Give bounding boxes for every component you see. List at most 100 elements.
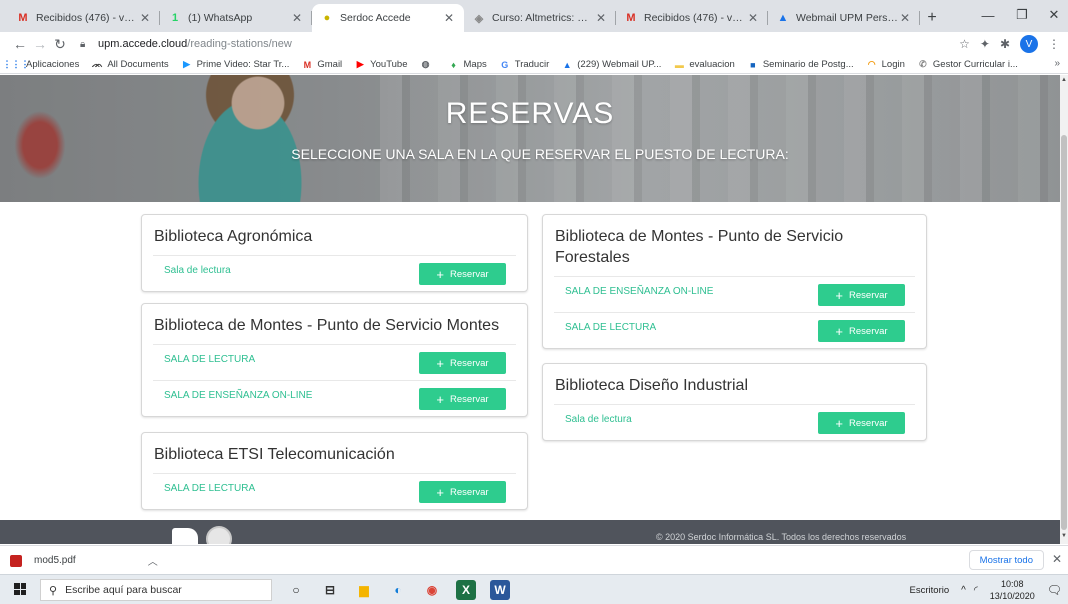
library-name: Biblioteca Diseño Industrial <box>555 377 748 394</box>
browser-tab[interactable]: M Recibidos (476) - veritagrana✕ <box>616 4 768 32</box>
room-name: Sala de lectura <box>164 265 231 276</box>
close-tab-icon[interactable]: ✕ <box>594 11 608 25</box>
cortana-icon[interactable]: ○ <box>286 580 306 600</box>
windows-start-icon[interactable] <box>14 583 26 595</box>
word-icon[interactable]: W <box>490 580 510 600</box>
bookmark-item[interactable]: ▬ evaluacion <box>673 59 735 71</box>
bookmark-label: Seminario de Postg... <box>762 59 854 70</box>
close-download-bar-icon[interactable]: ✕ <box>1052 552 1062 566</box>
chevron-up-icon[interactable]: ︿ <box>148 553 158 568</box>
library-card: Biblioteca ETSI Telecomunicación SALA DE … <box>141 432 528 510</box>
close-tab-icon[interactable]: ✕ <box>290 11 304 25</box>
bookmark-item[interactable]: ♦ Maps <box>448 59 487 71</box>
taskbar-search-box[interactable]: ⚲ Escribe aquí para buscar <box>40 579 272 601</box>
apps-grid-icon: ⋮⋮⋮ <box>2 59 30 69</box>
close-tab-icon[interactable]: ✕ <box>746 11 760 25</box>
bookmark-item[interactable]: ✆ Gestor Curricular i... <box>917 59 1018 71</box>
library-card: Biblioteca Diseño Industrial Sala de lect… <box>542 363 927 441</box>
close-window-icon[interactable]: ✕ <box>1034 0 1068 30</box>
reserve-button[interactable]: + Reservar <box>818 284 905 306</box>
chevron-up-tray-icon[interactable]: ^ <box>961 585 966 596</box>
bookmark-item[interactable]: ◠ Login <box>866 59 905 71</box>
task-view-icon[interactable]: ⊟ <box>320 580 340 600</box>
gmail-icon: M <box>303 59 312 70</box>
bookmark-item[interactable]: ▶ Prime Video: Star Tr... <box>181 59 290 71</box>
close-tab-icon[interactable]: ✕ <box>442 11 456 25</box>
file-explorer-icon[interactable]: ▆ <box>354 580 374 600</box>
edge-icon[interactable]: ◐ <box>388 580 408 600</box>
taskbar-clock[interactable]: 10:08 13/10/2020 <box>990 578 1035 602</box>
plus-icon: + <box>835 287 844 303</box>
room-name: Sala de lectura <box>565 414 632 425</box>
reserve-button[interactable]: + Reservar <box>419 263 506 285</box>
room-name: SALA DE ENSEÑANZA ON-LINE <box>565 286 714 297</box>
browser-tab[interactable]: M Recibidos (476) - veritagrana✕ <box>8 4 160 32</box>
bookmark-item[interactable]: ⋮⋮⋮ Aplicaciones <box>2 59 80 71</box>
bookmark-item[interactable]: G Traducir <box>499 59 549 71</box>
excel-icon[interactable]: X <box>456 580 476 600</box>
bookmark-item[interactable]: ▶ YouTube <box>354 59 408 71</box>
menu-kebab-icon[interactable]: ⋮ <box>1048 37 1060 51</box>
browser-toolbar: ← → ↻ 🔒︎ upm.accede.cloud/reading-statio… <box>0 32 1068 56</box>
whatsapp-icon: 1 <box>171 12 179 24</box>
bookmark-label: evaluacion <box>689 59 735 70</box>
star-bookmark-icon[interactable]: ☆ <box>959 37 970 51</box>
bookmark-item[interactable]: ◍ <box>420 59 436 71</box>
reserve-button[interactable]: + Reservar <box>818 412 905 434</box>
back-arrow-icon[interactable]: ← <box>10 36 30 52</box>
close-tab-icon[interactable]: ✕ <box>138 11 152 25</box>
tab-title: Serdoc Accede <box>340 12 411 24</box>
search-icon: ⚲ <box>49 584 58 597</box>
library-card: Biblioteca de Montes - Punto de Servicio… <box>141 303 528 417</box>
bookmark-label: (229) Webmail UP... <box>577 59 662 70</box>
globe-icon: ◍ <box>421 59 430 69</box>
tab-title: Webmail UPM Personal :: Re <box>796 12 898 24</box>
prime-video-icon: ▶ <box>183 59 191 69</box>
browser-tab[interactable]: ● Serdoc Accede ✕ <box>312 4 464 32</box>
bookmark-item[interactable]: ▲ (229) Webmail UP... <box>561 59 662 71</box>
library-name: Biblioteca de Montes - Punto de Servicio… <box>154 317 500 334</box>
page-scrollbar[interactable]: ▲ ▼ <box>1060 75 1068 544</box>
close-tab-icon[interactable]: ✕ <box>898 11 912 25</box>
bookmark-item[interactable]: M Gmail <box>301 59 343 71</box>
desktop-toolbar-label[interactable]: Escritorio <box>910 585 950 596</box>
reserve-button[interactable]: + Reservar <box>419 481 506 503</box>
page-subtitle: SELECCIONE UNA SALA EN LA QUE RESERVAR E… <box>291 146 789 162</box>
forward-arrow-icon[interactable]: → <box>30 36 50 52</box>
bookmark-label: Prime Video: Star Tr... <box>196 59 290 70</box>
extension-icon[interactable]: ✦ <box>980 37 990 51</box>
reserve-button[interactable]: + Reservar <box>419 388 506 410</box>
documents-icon: ᨏ <box>91 59 103 69</box>
browser-tab[interactable]: ◈ Curso: Altmetrics: Métricas a✕ <box>464 4 616 32</box>
tabs-container: MRecibidos (476) - veritagrana✕1(1) What… <box>8 4 920 32</box>
show-all-downloads-button[interactable]: Mostrar todo <box>968 550 1044 570</box>
bookmark-label: Login <box>881 59 905 70</box>
maps-pin-icon: ♦ <box>451 59 456 70</box>
reserve-button[interactable]: + Reservar <box>818 320 905 342</box>
room-row: Sala de lectura + Reservar <box>153 255 516 291</box>
scrollbar-thumb[interactable] <box>1061 135 1067 530</box>
tab-title: Curso: Altmetrics: Métricas a <box>492 12 594 24</box>
wifi-icon[interactable]: ◜ <box>974 585 978 596</box>
browser-tab[interactable]: 1 (1) WhatsApp ✕ <box>160 4 312 32</box>
chrome-icon[interactable]: ◉ <box>422 580 442 600</box>
profile-avatar[interactable]: V <box>1020 35 1038 53</box>
scroll-up-arrow-icon[interactable]: ▲ <box>1060 77 1068 83</box>
new-tab-button[interactable]: + <box>920 4 944 32</box>
more-bookmarks-icon[interactable]: » <box>1054 58 1060 69</box>
download-item[interactable]: mod5.pdf ︿ <box>10 553 158 568</box>
reserve-button[interactable]: + Reservar <box>419 352 506 374</box>
scroll-down-arrow-icon[interactable]: ▼ <box>1060 533 1068 539</box>
notification-center-icon[interactable]: 🗨︎ <box>1047 583 1062 597</box>
bookmark-label: Maps <box>463 59 487 70</box>
room-name: SALA DE LECTURA <box>565 322 657 333</box>
reserve-button-label: Reservar <box>849 289 888 301</box>
puzzle-extensions-icon[interactable]: ✱ <box>1000 37 1010 51</box>
browser-tab[interactable]: ▲ Webmail UPM Personal :: Re✕ <box>768 4 920 32</box>
address-bar[interactable]: 🔒︎ upm.accede.cloud/reading-stations/new <box>80 34 980 54</box>
bookmark-label: All Documents <box>107 59 169 70</box>
reload-icon[interactable]: ↻ <box>50 36 70 53</box>
bookmark-item[interactable]: ■ Seminario de Postg... <box>747 59 854 71</box>
bookmark-item[interactable]: ᨏ All Documents <box>91 59 169 71</box>
page-footer: © 2020 Serdoc Informática SL. Todos los … <box>0 520 1060 544</box>
